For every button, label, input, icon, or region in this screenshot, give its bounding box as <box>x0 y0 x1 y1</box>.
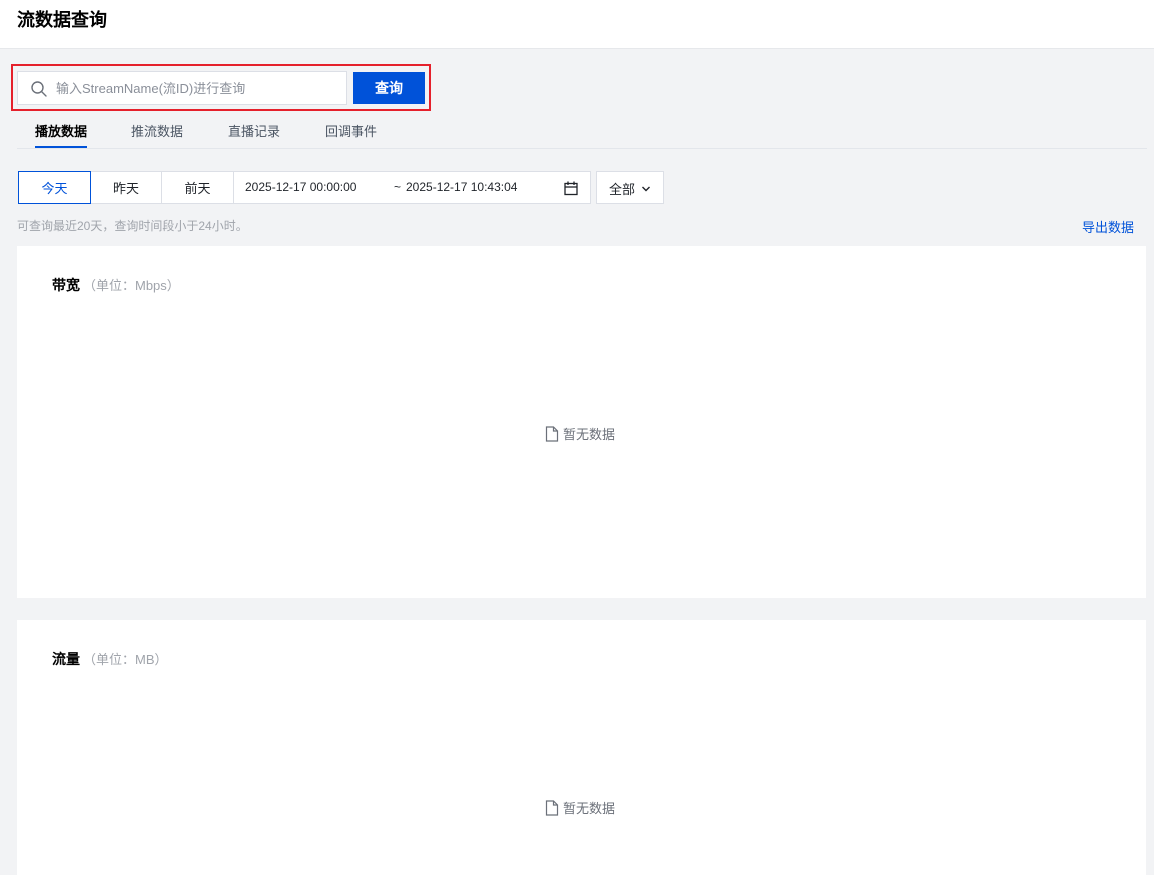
file-icon <box>545 799 559 816</box>
scope-select[interactable]: 全部 <box>596 171 664 204</box>
page-header: 流数据查询 <box>0 0 1154 49</box>
tab-push-data[interactable]: 推流数据 <box>131 124 183 140</box>
empty-state-text: 暂无数据 <box>563 427 616 442</box>
traffic-card-unit: （单位：MB） <box>83 652 168 667</box>
traffic-card-title: 流量 <box>52 651 80 667</box>
bandwidth-card-title: 带宽 <box>52 277 80 293</box>
file-icon <box>545 425 559 442</box>
date-range-end: 2025-12-17 10:43:04 <box>406 180 518 194</box>
yesterday-button[interactable]: 昨天 <box>90 171 162 204</box>
tab-live-records[interactable]: 直播记录 <box>228 124 280 140</box>
tab-callback-events[interactable]: 回调事件 <box>325 124 377 140</box>
query-range-hint: 可查询最近20天，查询时间段小于24小时。 <box>17 219 248 233</box>
active-tab-indicator <box>35 146 87 148</box>
page-title: 流数据查询 <box>17 10 107 31</box>
scope-select-value: 全部 <box>609 182 636 197</box>
today-button[interactable]: 今天 <box>18 171 91 204</box>
date-range-picker[interactable]: 2025-12-17 00:00:00 ~ 2025-12-17 10:43:0… <box>233 171 591 204</box>
date-range-start: 2025-12-17 00:00:00 <box>245 180 357 194</box>
calendar-icon[interactable] <box>563 180 579 196</box>
bandwidth-card-unit: （单位：Mbps） <box>83 278 180 293</box>
chevron-down-icon <box>642 186 650 192</box>
bandwidth-card: 带宽 （单位：Mbps） 暂无数据 <box>17 246 1146 598</box>
export-data-link[interactable]: 导出数据 <box>1082 217 1134 236</box>
search-box[interactable] <box>17 71 347 105</box>
traffic-card: 流量 （单位：MB） 暂无数据 <box>17 620 1146 875</box>
day-before-yesterday-button[interactable]: 前天 <box>161 171 234 204</box>
empty-state-text: 暂无数据 <box>563 801 616 816</box>
bandwidth-empty-state: 暂无数据 <box>545 424 615 443</box>
date-range-separator: ~ <box>394 180 402 194</box>
search-icon <box>31 81 47 97</box>
search-input[interactable] <box>56 72 336 104</box>
tab-playback-data[interactable]: 播放数据 <box>35 124 87 140</box>
query-button[interactable]: 查询 <box>353 72 425 104</box>
traffic-empty-state: 暂无数据 <box>545 798 615 817</box>
tab-bar: 播放数据 推流数据 直播记录 回调事件 <box>17 114 1147 149</box>
